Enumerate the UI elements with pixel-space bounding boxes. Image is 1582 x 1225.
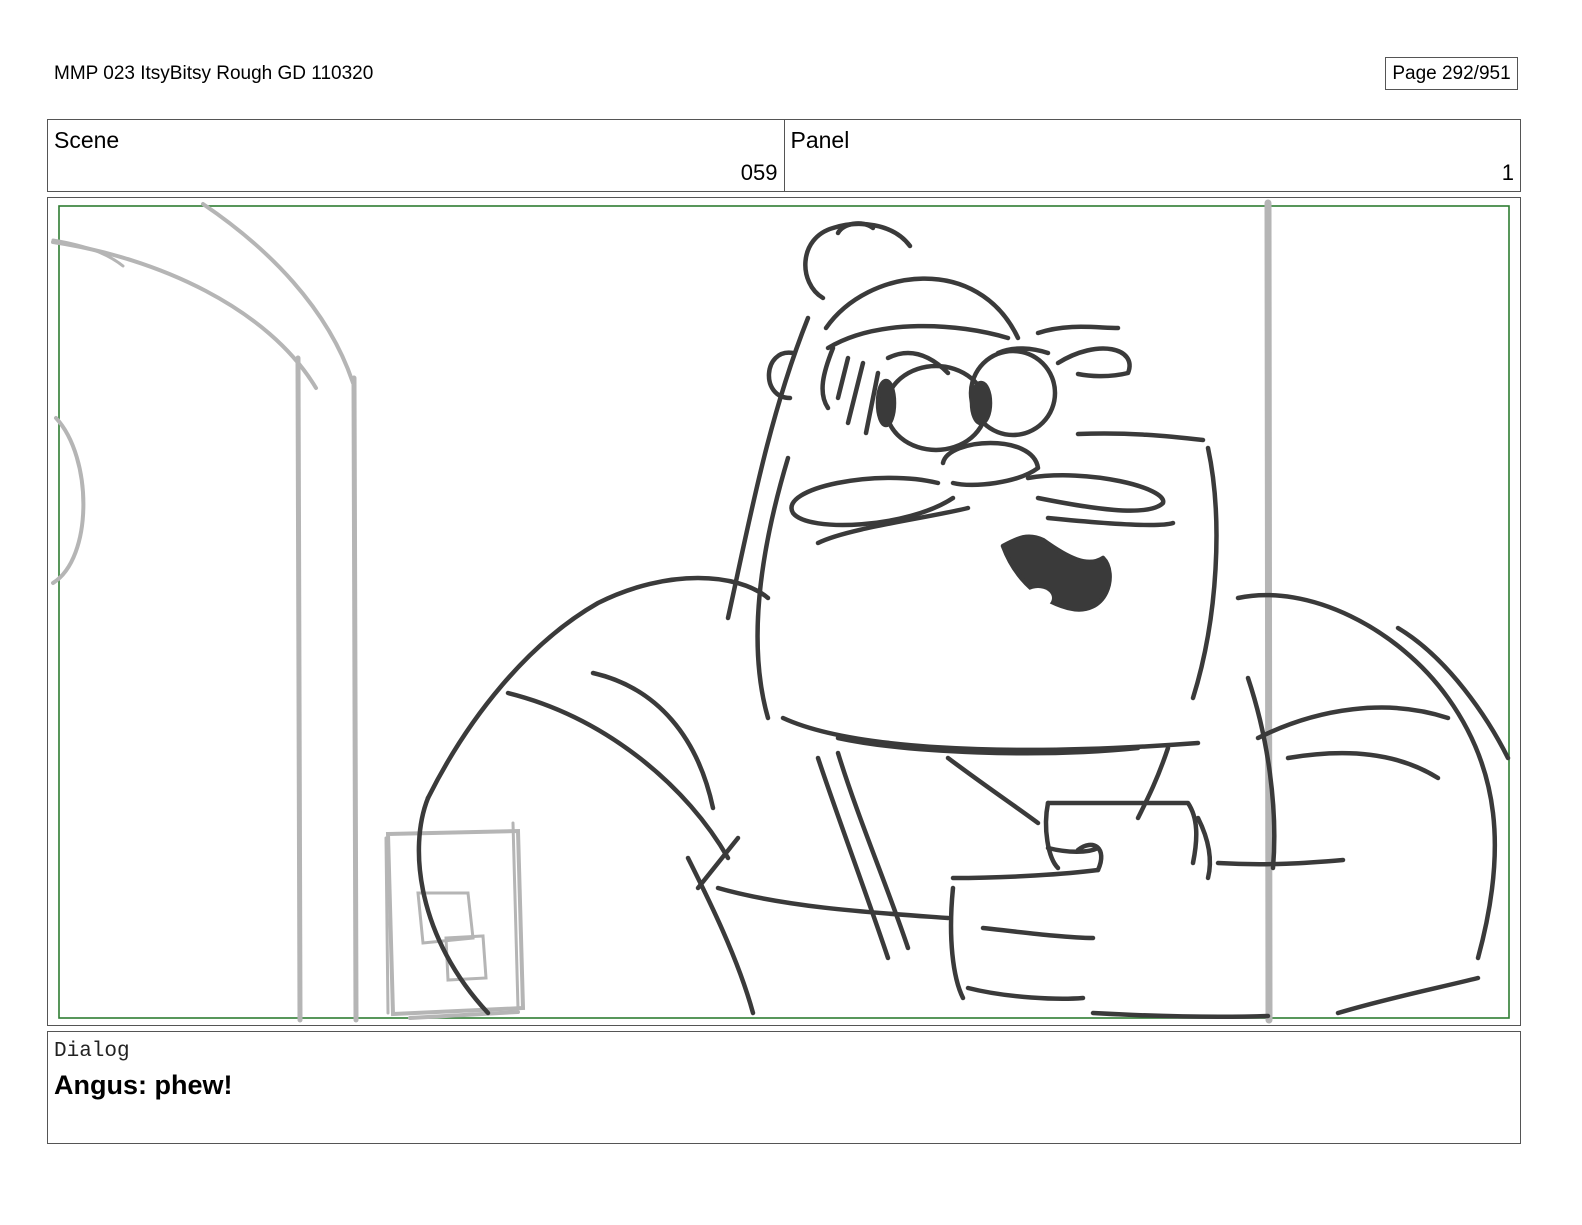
- storyboard-sketch: [51, 199, 1511, 1024]
- panel-number: 1: [1501, 160, 1514, 185]
- dialog-text: Angus: phew!: [54, 1070, 233, 1100]
- dialog-label: Dialog: [54, 1040, 130, 1063]
- character-sketch: [416, 221, 1511, 1020]
- storyboard-frame: [47, 197, 1521, 1026]
- document-title: MMP 023 ItsyBitsy Rough GD 110320: [54, 63, 374, 84]
- panel-cell: Panel 1: [783, 120, 1521, 191]
- dialog-box: Dialog Angus: phew!: [47, 1031, 1521, 1144]
- scene-number: 059: [740, 160, 778, 185]
- safe-frame: [58, 205, 1510, 1019]
- panel-label: Panel: [790, 127, 850, 153]
- scene-panel-info: Scene 059 Panel 1: [47, 119, 1521, 192]
- page-indicator: Page 292/951: [1385, 57, 1518, 90]
- scene-cell: Scene 059: [48, 120, 784, 191]
- scene-label: Scene: [54, 127, 120, 153]
